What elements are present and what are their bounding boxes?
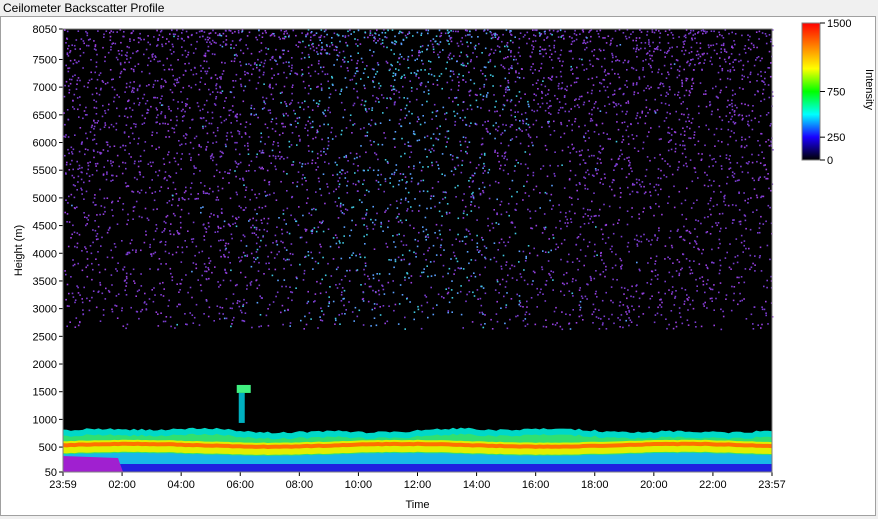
y-tick-label: 50 [45, 467, 57, 479]
x-tick-label: 16:00 [522, 479, 550, 491]
y-tick-label: 1000 [33, 414, 57, 426]
x-tick-label: 20:00 [640, 479, 668, 491]
y-tick-label: 2500 [33, 331, 57, 343]
y-tick-label: 6000 [33, 138, 57, 150]
colorbar-tick-label: 1500 [827, 18, 851, 30]
x-tick-label: 10:00 [345, 479, 373, 491]
x-tick-label: 12:00 [404, 479, 432, 491]
y-tick-label: 1500 [33, 387, 57, 399]
y-tick-label: 5500 [33, 165, 57, 177]
colorbar [801, 22, 821, 161]
y-tick-label: 4500 [33, 221, 57, 233]
x-axis-label: Time [405, 499, 429, 511]
y-tick-label: 3500 [33, 276, 57, 288]
y-tick-label: 4000 [33, 248, 57, 260]
y-tick-label: 3000 [33, 304, 57, 316]
surface-band [63, 464, 772, 472]
y-axis-label: Height (m) [13, 225, 25, 276]
backscatter-chart: 5050010001500200025003000350040004500500… [13, 18, 875, 511]
elevated-layer [236, 384, 251, 393]
y-tick-label: 6500 [33, 110, 57, 122]
boundary-layer [63, 427, 772, 472]
colorbar-tick-label: 750 [827, 87, 845, 99]
x-tick-label: 08:00 [286, 479, 314, 491]
x-tick-label: 14:00 [463, 479, 491, 491]
x-tick-label: 23:59 [49, 479, 77, 491]
y-tick-label: 8050 [33, 24, 57, 36]
y-tick-label: 2000 [33, 359, 57, 371]
colorbar-tick-label: 0 [827, 155, 833, 167]
y-tick-label: 7500 [33, 54, 57, 66]
x-tick-label: 06:00 [226, 479, 254, 491]
elevated-layer-column [238, 392, 245, 423]
x-tick-label: 04:00 [167, 479, 195, 491]
colorbar-tick-label: 250 [827, 132, 845, 144]
x-tick-label: 23:57 [758, 479, 786, 491]
x-tick-label: 22:00 [699, 479, 727, 491]
colorbar-label: Intensity [863, 69, 875, 110]
y-tick-label: 7000 [33, 82, 57, 94]
x-tick-label: 02:00 [108, 479, 136, 491]
y-tick-label: 5000 [33, 193, 57, 205]
x-tick-label: 18:00 [581, 479, 609, 491]
surface-purple [63, 456, 123, 472]
y-tick-label: 500 [39, 442, 57, 454]
